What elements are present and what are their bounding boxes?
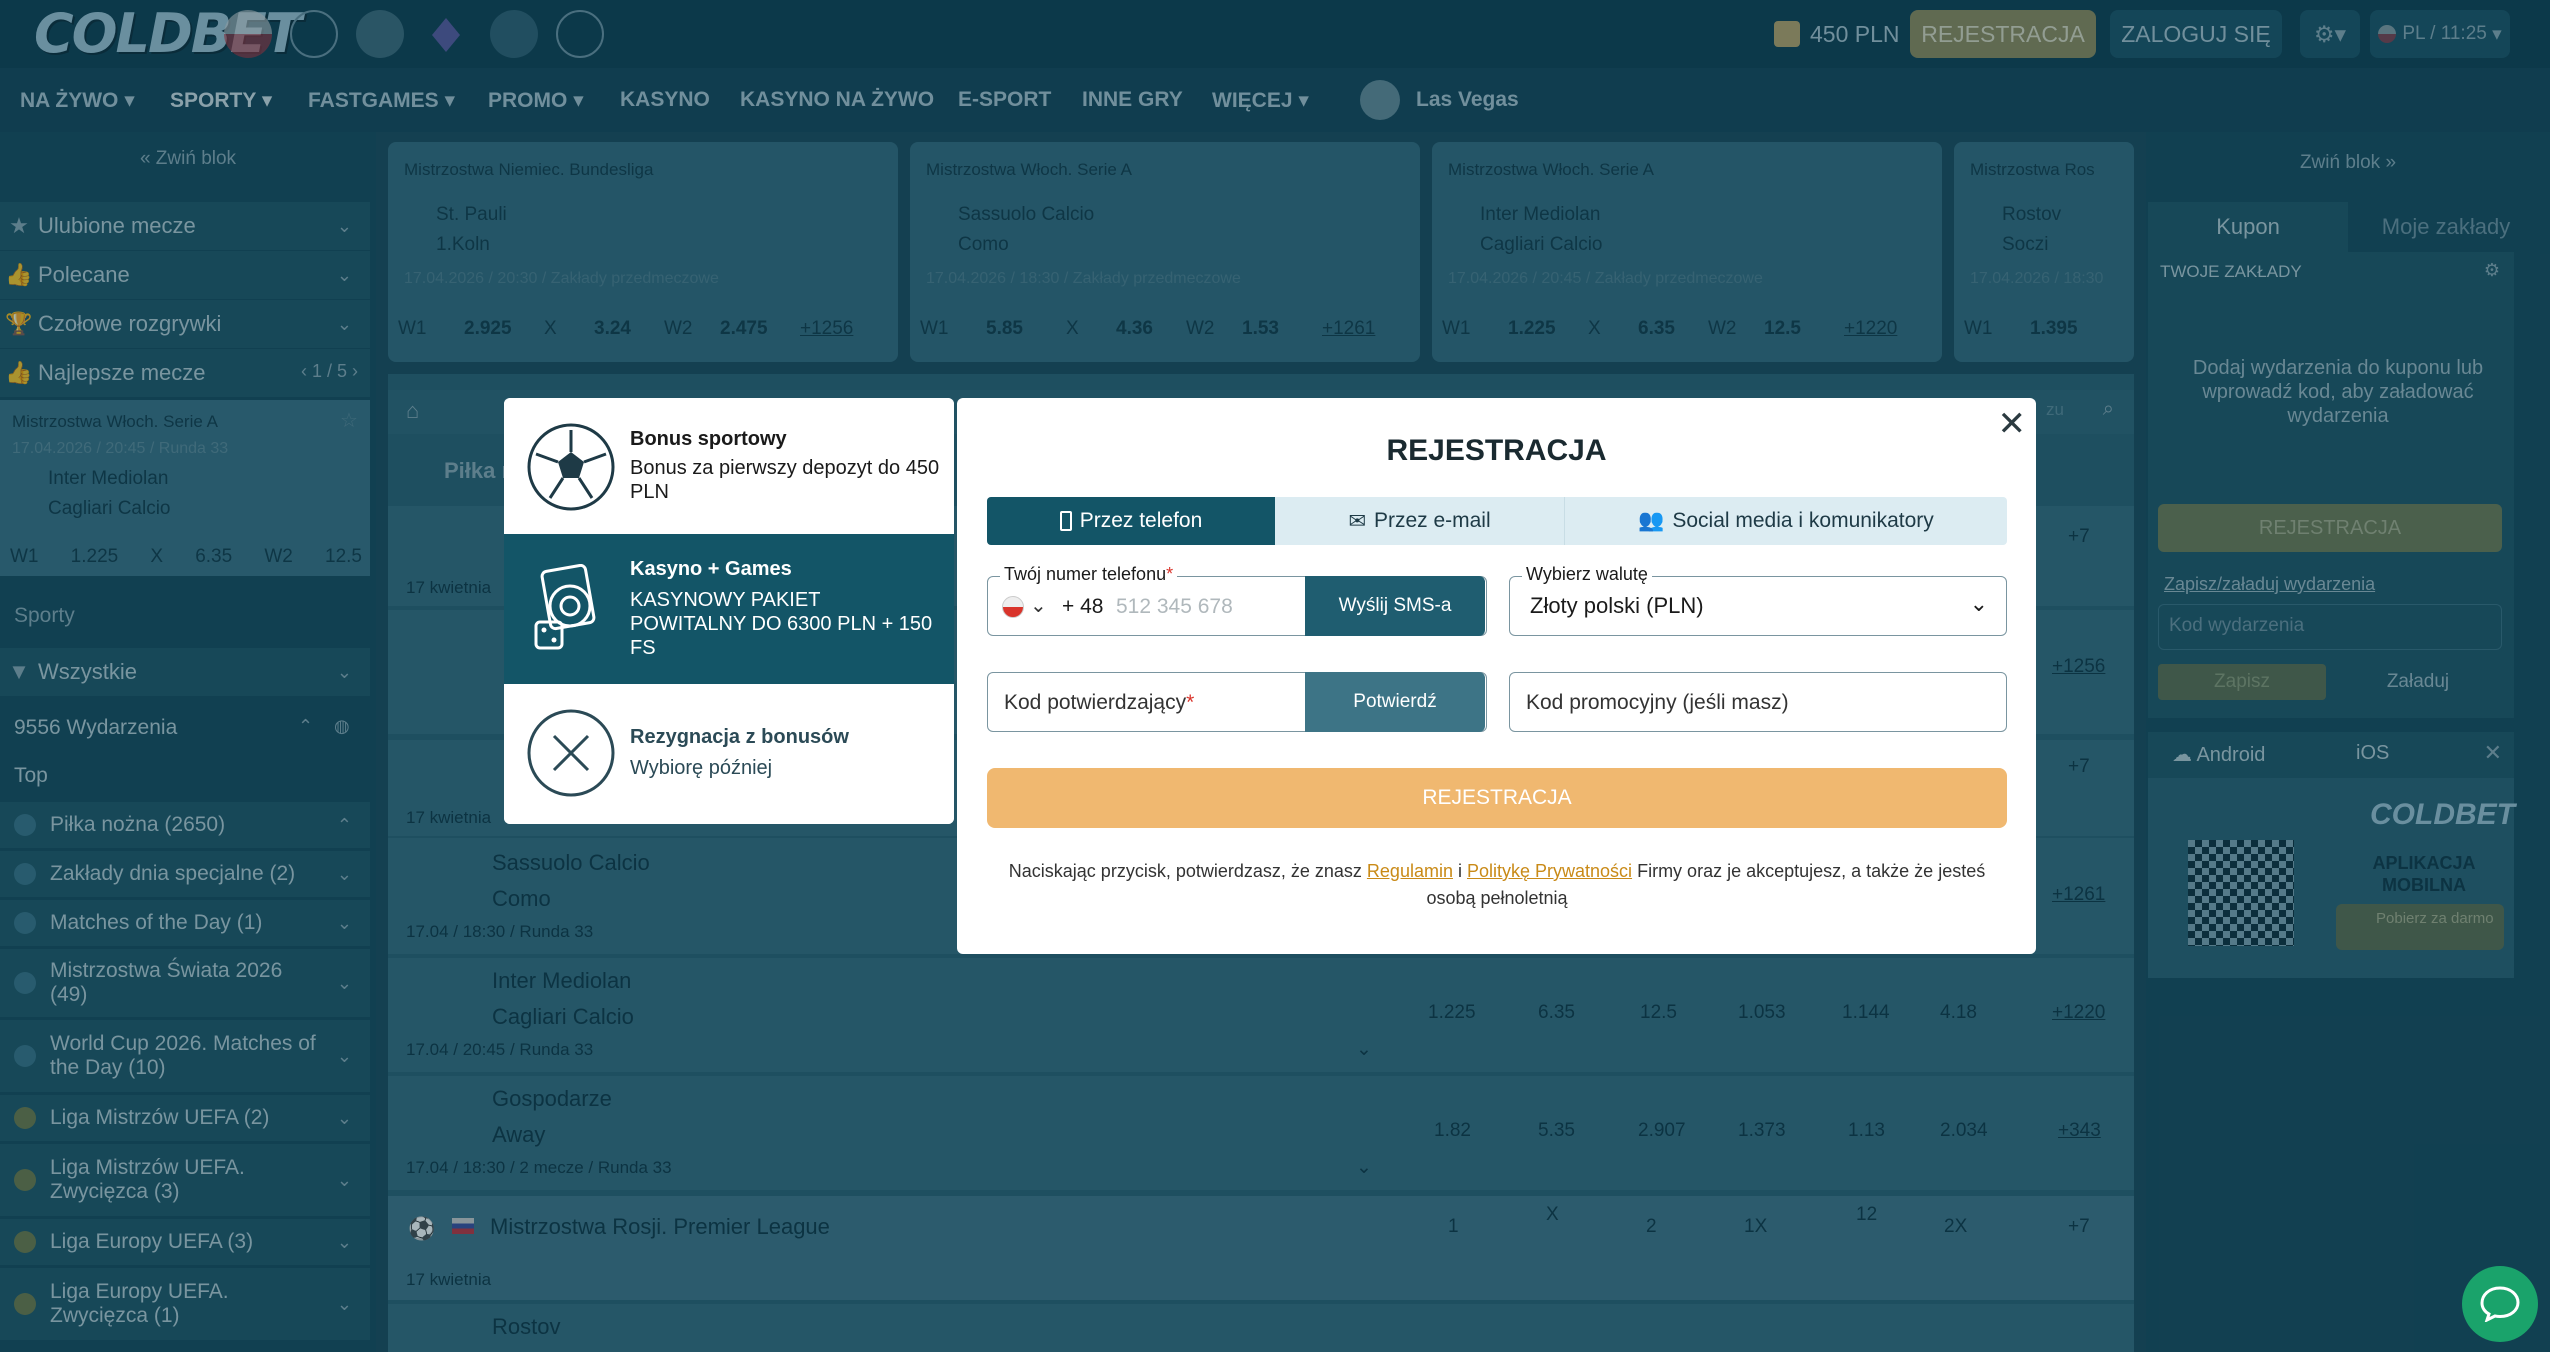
casino-chips-icon xyxy=(534,564,596,650)
bonus-desc: Bonus za pierwszy depozyt do 450 PLN xyxy=(630,457,940,503)
terms-part: i xyxy=(1457,861,1462,881)
bonus-desc: KASYNOWY PAKIET POWITALNY DO 6300 PLN + … xyxy=(630,589,933,659)
bonus-desc: Wybiorę później xyxy=(630,757,773,779)
tab-label: Przez e-mail xyxy=(1373,509,1491,532)
tab-label: Social media i komunikatory xyxy=(1672,509,1934,532)
tab-phone[interactable]: Przez telefon xyxy=(987,497,1275,545)
users-icon: 👥 xyxy=(1638,509,1665,532)
terms-text: Naciskając przycisk, potwierdzasz, że zn… xyxy=(987,858,2007,912)
tab-email[interactable]: ✉ Przez e-mail xyxy=(1275,497,1565,545)
envelope-icon: ✉ xyxy=(1348,509,1366,533)
bonus-option-sport[interactable]: Bonus sportowy Bonus za pierwszy depozyt… xyxy=(504,398,954,534)
chat-bubble-icon xyxy=(2480,1286,2520,1322)
phone-input[interactable]: 512 345 678 xyxy=(1116,595,1233,619)
currency-select[interactable]: Wybierz walutę Złoty polski (PLN) ⌄ xyxy=(1509,564,2007,636)
code-label-text: Kod potwierdzający xyxy=(1004,691,1187,714)
confirmation-code-placeholder: Kod potwierdzający* xyxy=(1004,691,1195,714)
send-sms-button[interactable]: Wyślij SMS-a xyxy=(1305,576,1485,636)
bonus-option-decline[interactable]: Rezygnacja z bonusów Wybiorę później xyxy=(504,684,954,824)
modal-title: REJESTRACJA xyxy=(1386,434,1607,467)
terms-link[interactable]: Regulamin xyxy=(1367,861,1453,881)
phone-prefix: + 48 xyxy=(1062,595,1104,618)
close-circle-icon xyxy=(527,709,615,797)
currency-value: Złoty polski (PLN) xyxy=(1530,593,1704,618)
bonus-selector: Bonus sportowy Bonus za pierwszy depozyt… xyxy=(504,398,954,824)
currency-label: Wybierz walutę xyxy=(1522,564,1652,585)
privacy-link[interactable]: Politykę Prywatności xyxy=(1467,861,1632,881)
register-submit-button[interactable]: REJESTRACJA xyxy=(987,768,2007,828)
confirm-code-button[interactable]: Potwierdź xyxy=(1305,672,1485,732)
chevron-down-icon: ⌄ xyxy=(1969,591,1988,616)
poland-flag-icon[interactable] xyxy=(1002,596,1024,618)
terms-part: Naciskając przycisk, potwierdzasz, że zn… xyxy=(1008,861,1362,881)
phone-label-text: Twój numer telefonu xyxy=(1004,564,1167,584)
bonus-title: Kasyno + Games xyxy=(630,558,792,580)
bonus-option-casino[interactable]: Kasyno + Games KASYNOWY PAKIET POWITALNY… xyxy=(504,534,954,684)
promo-code-placeholder: Kod promocyjny (jeśli masz) xyxy=(1526,691,1789,714)
bonus-title: Bonus sportowy xyxy=(630,428,787,450)
phone-icon xyxy=(1059,511,1072,531)
tab-social[interactable]: 👥 Social media i komunikatory xyxy=(1565,497,2007,545)
bonus-title: Rezygnacja z bonusów xyxy=(630,726,849,748)
soccer-ball-icon xyxy=(527,423,615,511)
phone-label: Twój numer telefonu* xyxy=(1000,564,1178,585)
chevron-down-icon[interactable]: ⌄ xyxy=(1030,593,1047,618)
registration-modal: ✕ REJESTRACJA Przez telefon ✉ Przez e-ma… xyxy=(957,398,2036,954)
tab-label: Przez telefon xyxy=(1079,509,1203,532)
registration-tabs: Przez telefon ✉ Przez e-mail 👥 Social me… xyxy=(987,497,2007,545)
chat-button[interactable] xyxy=(2462,1266,2538,1342)
promo-code-field[interactable]: Kod promocyjny (jeśli masz) xyxy=(1509,672,2007,732)
